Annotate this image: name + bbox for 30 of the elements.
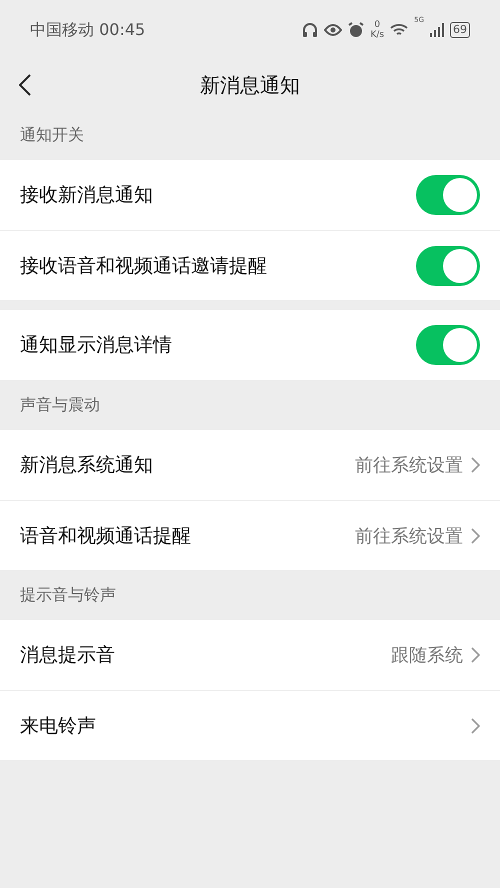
carrier-time: 中国移动 00:45 (30, 20, 146, 40)
signal-icon (430, 23, 444, 37)
section-header: 提示音与铃声 (19, 584, 117, 606)
headphones-icon (302, 22, 318, 38)
setting-label[interactable]: 消息提示音 (20, 642, 391, 668)
alarm-clock-icon (348, 22, 364, 38)
setting-label[interactable]: 接收新消息通知 (20, 182, 416, 208)
setting-label[interactable]: 语音和视频通话提醒 (20, 522, 355, 548)
setting-value: 前往系统设置 (355, 524, 463, 548)
setting-label[interactable]: 来电铃声 (20, 712, 471, 738)
setting-label[interactable]: 接收语音和视频通话邀请提醒 (20, 252, 416, 278)
chevron-right-icon (471, 528, 480, 544)
eye-icon (324, 24, 342, 36)
toggle-switch[interactable] (416, 175, 480, 215)
speed-unit: K/s (370, 30, 384, 40)
page-title: 新消息通知 (200, 72, 300, 98)
setting-label[interactable]: 新消息系统通知 (20, 452, 355, 478)
battery-level: 69 (450, 22, 470, 38)
section-header: 声音与震动 (19, 394, 101, 416)
setting-label[interactable]: 通知显示消息详情 (20, 332, 416, 358)
chevron-right-icon (471, 647, 480, 663)
setting-value: 跟随系统 (391, 644, 463, 667)
toggle-switch[interactable] (416, 246, 480, 286)
wifi-icon (390, 23, 408, 37)
chevron-right-icon (471, 718, 480, 734)
section-header: 通知开关 (19, 124, 85, 146)
toggle-switch[interactable] (416, 325, 480, 365)
setting-value: 前往系统设置 (355, 454, 463, 477)
chevron-right-icon (471, 457, 480, 473)
speed-value: 0 (374, 20, 380, 30)
